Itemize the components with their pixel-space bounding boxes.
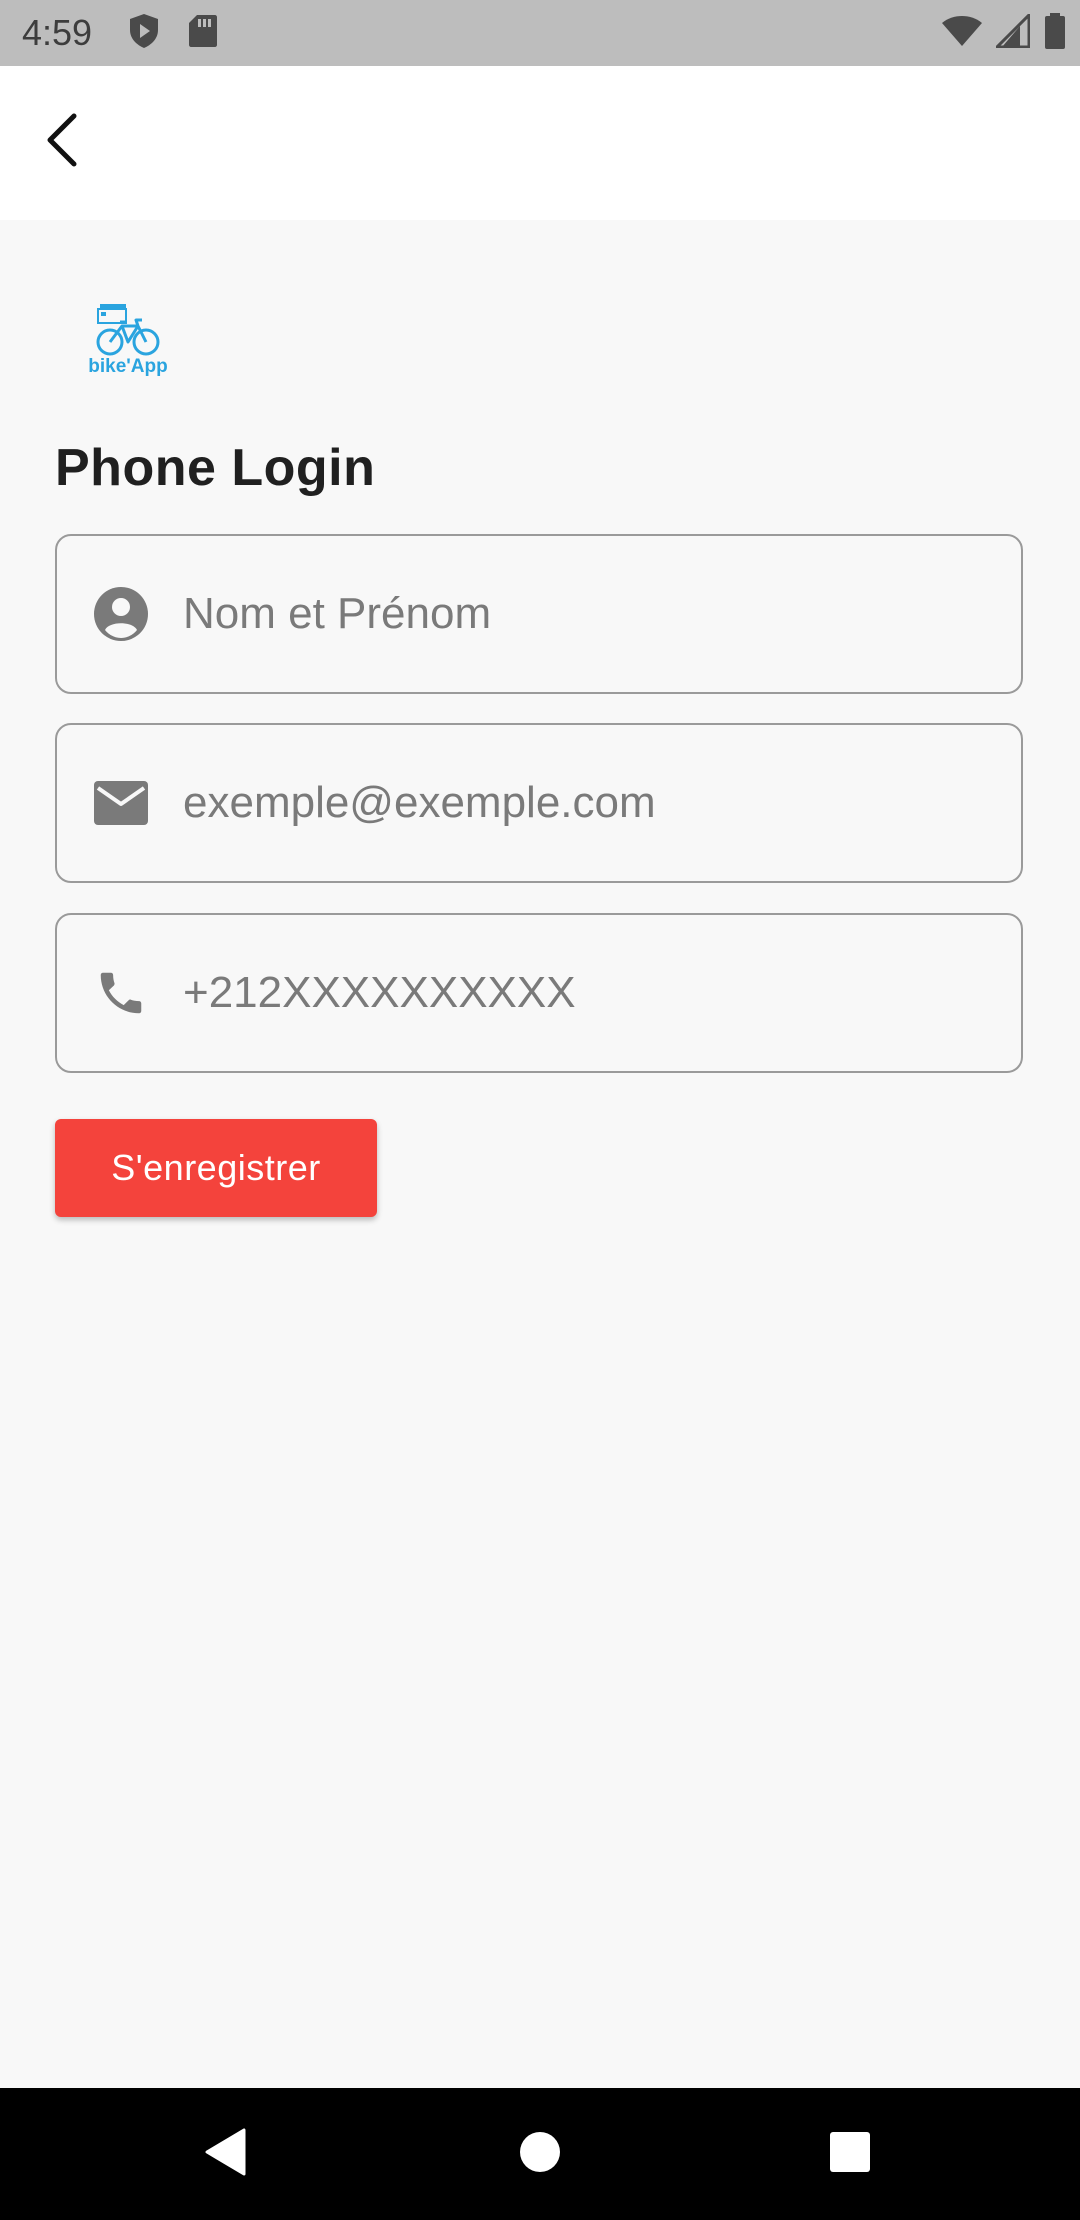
name-field[interactable] — [55, 534, 1023, 694]
name-input[interactable] — [181, 588, 991, 640]
phone-field[interactable] — [55, 913, 1023, 1073]
bicycle-icon — [96, 304, 160, 356]
page-title: Phone Login — [55, 439, 376, 497]
nav-recents-button[interactable] — [820, 2124, 880, 2184]
cell-signal-icon — [993, 10, 1031, 53]
phone-input[interactable] — [181, 967, 991, 1019]
sd-card-icon — [188, 14, 218, 53]
system-nav-bar — [0, 2088, 1080, 2220]
status-right-icons — [942, 10, 1066, 54]
home-circle-icon — [518, 2130, 562, 2179]
register-button[interactable]: S'enregistrer — [55, 1119, 377, 1217]
phone-login-screen: 4:59 bike'App Phone Login Nom et Prénom … — [0, 0, 1080, 2220]
status-left-icons — [128, 13, 218, 54]
phone-icon — [91, 963, 151, 1023]
chevron-left-icon — [42, 112, 82, 173]
back-button[interactable] — [30, 110, 94, 174]
battery-icon — [1044, 12, 1066, 54]
wifi-icon — [942, 15, 982, 52]
email-field[interactable] — [55, 723, 1023, 883]
nav-home-button[interactable] — [510, 2124, 570, 2184]
account-circle-icon — [91, 584, 151, 644]
email-input[interactable] — [181, 777, 991, 829]
back-triangle-icon — [204, 2128, 248, 2181]
nav-back-button[interactable] — [196, 2124, 256, 2184]
bike-app-logo: bike'App — [82, 302, 174, 382]
recents-square-icon — [829, 2131, 871, 2178]
logo-text: bike'App — [88, 356, 168, 377]
status-time: 4:59 — [22, 12, 93, 53]
play-protect-icon — [128, 13, 160, 54]
mail-icon — [91, 773, 151, 833]
app-bar — [0, 66, 1080, 220]
status-bar: 4:59 — [0, 0, 1080, 66]
